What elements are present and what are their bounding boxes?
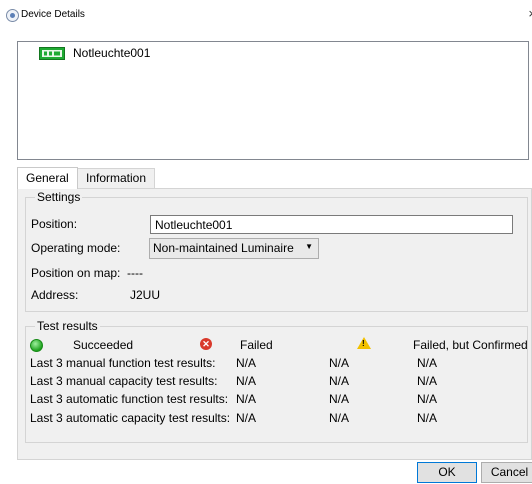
legend-failed-confirmed: Failed, but Confirmed [413, 338, 528, 352]
window-title: Device Details [21, 9, 85, 20]
red-x-circle-icon: ✕ [200, 338, 212, 350]
manual-capacity-result-3: N/A [417, 374, 438, 388]
manual-capacity-result-2: N/A [329, 374, 350, 388]
automatic-function-label: Last 3 automatic function test results: [30, 392, 229, 406]
operating-mode-value: Non-maintained Luminaire [153, 241, 294, 255]
legend-failed: Failed [240, 338, 273, 352]
operating-mode-label: Operating mode: [31, 241, 121, 255]
settings-group-title: Settings [35, 190, 83, 204]
automatic-capacity-label: Last 3 automatic capacity test results: [30, 411, 231, 425]
title-bar: Device Details × [0, 0, 532, 30]
manual-function-label: Last 3 manual function test results: [30, 356, 216, 370]
yellow-warning-icon: ! [357, 337, 371, 349]
manual-function-result-2: N/A [329, 356, 350, 370]
close-button[interactable]: × [528, 6, 532, 21]
test-results-group: Test results Succeeded ✕ Failed ! Failed… [25, 319, 528, 443]
manual-capacity-result-1: N/A [236, 374, 257, 388]
tab-information[interactable]: Information [77, 168, 156, 188]
tab-strip: General Information [17, 167, 532, 189]
tab-general[interactable]: General [17, 167, 78, 189]
position-on-map-value: ---- [127, 266, 143, 280]
test-results-group-title: Test results [35, 319, 100, 333]
green-circle-icon [30, 339, 43, 352]
position-label: Position: [31, 217, 78, 231]
automatic-function-result-2: N/A [329, 392, 350, 406]
general-tab-panel: Settings Position: Operating mode: Non-m… [17, 188, 532, 460]
chevron-down-icon: ▼ [305, 242, 313, 251]
settings-group: Settings Position: Operating mode: Non-m… [25, 190, 528, 312]
automatic-capacity-result-1: N/A [236, 411, 257, 425]
manual-function-result-1: N/A [236, 356, 257, 370]
device-list[interactable]: Notleuchte001 [17, 41, 529, 160]
operating-mode-dropdown[interactable]: Non-maintained Luminaire ▼ [149, 238, 319, 259]
automatic-capacity-result-2: N/A [329, 411, 350, 425]
emergency-exit-light-icon [39, 47, 65, 60]
legend-succeeded: Succeeded [73, 338, 134, 352]
ok-button[interactable]: OK [417, 462, 477, 483]
position-on-map-label: Position on map: [31, 266, 121, 280]
automatic-function-result-3: N/A [417, 392, 438, 406]
address-label: Address: [31, 288, 79, 302]
automatic-function-result-1: N/A [236, 392, 257, 406]
manual-function-result-3: N/A [417, 356, 438, 370]
automatic-capacity-result-3: N/A [417, 411, 438, 425]
position-input[interactable] [150, 215, 513, 234]
address-value: J2UU [130, 288, 161, 302]
manual-capacity-label: Last 3 manual capacity test results: [30, 374, 218, 388]
app-icon [6, 9, 19, 22]
cancel-button[interactable]: Cancel [481, 462, 532, 483]
device-name[interactable]: Notleuchte001 [73, 46, 150, 60]
